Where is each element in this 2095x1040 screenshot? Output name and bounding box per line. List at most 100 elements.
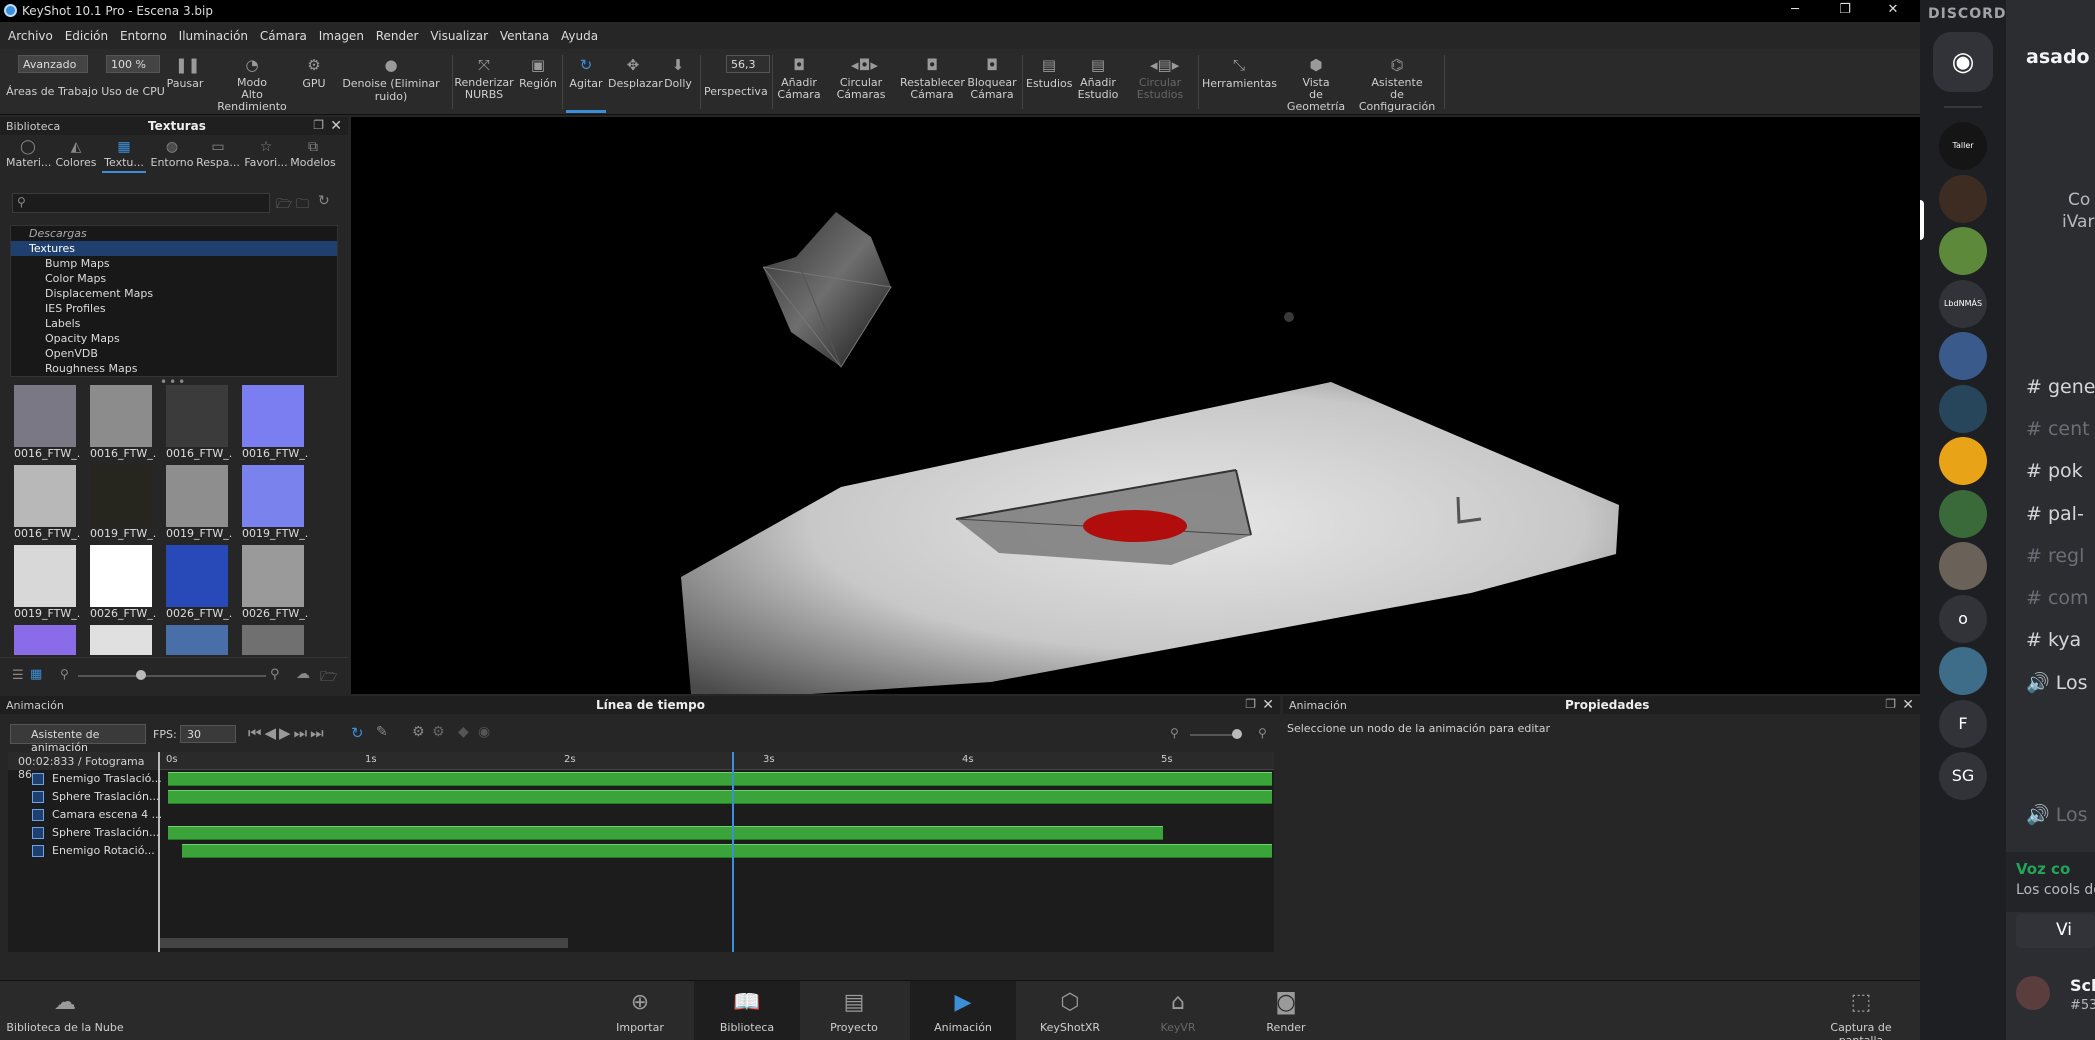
track-checkbox[interactable]	[32, 845, 44, 857]
refresh-icon[interactable]: ↻	[318, 193, 330, 209]
add-studio-button[interactable]: ▤ Añadir Estudio	[1074, 51, 1122, 113]
render-button[interactable]: ◙ Render	[1250, 981, 1322, 1040]
denoise-button[interactable]: ● Denoise (Eliminar ruido)	[332, 51, 450, 113]
user-avatar[interactable]	[2016, 976, 2050, 1010]
tree-item[interactable]: Displacement Maps	[11, 286, 337, 301]
fps-dropdown[interactable]: 30	[180, 725, 236, 743]
menu-camara[interactable]: Cámara	[260, 29, 307, 43]
geometry-view-button[interactable]: ⬢ Vista de Geometría	[1280, 51, 1352, 113]
channel-item[interactable]: 🔊 Los	[2026, 803, 2087, 826]
texture-thumbnail[interactable]: 0019_FTW_...	[238, 465, 308, 543]
tree-item[interactable]: Descargas	[11, 226, 337, 241]
server-icon[interactable]: F	[1939, 699, 1987, 748]
animation-bar[interactable]	[181, 844, 1273, 858]
menu-edicion[interactable]: Edición	[65, 29, 108, 43]
open-folder-icon[interactable]: 🗁	[276, 195, 292, 217]
track-row[interactable]: Enemigo Traslació...	[8, 770, 162, 788]
restore-panel-icon[interactable]: ❐	[1245, 697, 1256, 711]
close-panel-icon[interactable]: ✕	[1902, 697, 1914, 713]
new-folder-icon[interactable]: 🗀	[296, 195, 309, 217]
zoom-in-icon[interactable]: ⚲	[270, 667, 280, 682]
cloud-library-button[interactable]: ☁ Biblioteca de la Nube	[6, 981, 124, 1040]
server-icon[interactable]	[1939, 332, 1987, 380]
track-checkbox[interactable]	[32, 827, 44, 839]
playback-controls[interactable]: ⏮◀▶⏭⏭	[248, 724, 327, 742]
animation-wizard-button[interactable]: Asistente de animación	[10, 724, 146, 754]
animation-bar[interactable]	[168, 790, 1273, 804]
cycle-cameras-button[interactable]: ◂◘▸ Circular Cámaras	[828, 51, 894, 113]
tab-textures[interactable]: ▦ Textu...	[102, 139, 146, 173]
server-icon[interactable]: Taller Integrado MID	[1939, 122, 1987, 170]
channel-item[interactable]: # pok	[2026, 460, 2083, 482]
brush-icon[interactable]: ✎	[376, 724, 388, 740]
region-button[interactable]: ▣ Región	[516, 51, 560, 113]
pause-button[interactable]: ❚❚ Pausar	[164, 51, 206, 113]
channel-item[interactable]: # regl	[2026, 545, 2084, 567]
texture-thumbnail[interactable]: 0026_FTW_...	[238, 545, 308, 623]
texture-thumbnail[interactable]: 0016_FTW_...	[10, 385, 80, 463]
tab-materials[interactable]: ◯ Materi...	[6, 139, 51, 173]
slider-handle[interactable]	[136, 670, 146, 680]
channel-item[interactable]: # pal-	[2026, 503, 2084, 525]
render-viewport[interactable]	[351, 117, 1920, 694]
studios-button[interactable]: ▤ Estudios	[1026, 51, 1072, 113]
menu-imagen[interactable]: Imagen	[319, 29, 364, 43]
channel-item[interactable]: # cent	[2026, 418, 2090, 440]
thumbnail-size-slider[interactable]	[78, 675, 266, 677]
channel-item[interactable]: # gene	[2026, 376, 2095, 398]
tab-models[interactable]: ⧉ Modelos	[290, 139, 336, 173]
server-icon[interactable]	[1939, 437, 1987, 485]
menu-entorno[interactable]: Entorno	[120, 29, 167, 43]
tumble-button[interactable]: ↻ Agitar	[566, 51, 606, 113]
texture-thumbnail[interactable]: 0016_FTW_...	[238, 385, 308, 463]
server-icon[interactable]	[1939, 489, 1987, 538]
texture-thumbnail[interactable]	[238, 625, 308, 655]
grid-view-icon[interactable]: ▦	[30, 667, 42, 682]
animation-bar[interactable]	[168, 772, 1273, 786]
texture-thumbnail[interactable]	[86, 625, 156, 655]
server-icon[interactable]	[1939, 647, 1987, 695]
keyvr-button[interactable]: ⌂ KeyVR	[1142, 981, 1214, 1040]
texture-thumbnail[interactable]	[10, 625, 80, 655]
close-button[interactable]: ✕	[1870, 0, 1916, 22]
import-folder-icon[interactable]: 🗁	[320, 666, 337, 690]
keyframe-icon[interactable]: ◆	[458, 724, 469, 740]
channel-item[interactable]: 🔊 Los	[2026, 671, 2087, 694]
pan-button[interactable]: ✥ Desplazar	[608, 51, 663, 113]
settings-icon[interactable]: ⚙	[412, 724, 425, 740]
tab-environment[interactable]: ◍ Entorno	[150, 139, 194, 173]
tab-backplates[interactable]: ▭ Respa...	[196, 139, 240, 173]
library-search-input[interactable]: ⚲	[12, 193, 270, 213]
server-icon[interactable]	[1939, 227, 1987, 275]
menu-visualizar[interactable]: Visualizar	[430, 29, 488, 43]
render-nurbs-button[interactable]: ⤧ Renderizar NURBS	[454, 51, 514, 113]
time-ruler[interactable]: 0s 1s 2s 3s 4s 5s	[160, 752, 1274, 770]
fov-input[interactable]: 56,3	[726, 55, 770, 73]
config-wizard-button[interactable]: ⌬ Asistente de Configuración	[1354, 51, 1440, 113]
server-icon[interactable]: o	[1939, 594, 1987, 643]
workspace-dropdown[interactable]: Avanzado	[18, 55, 88, 73]
close-panel-icon[interactable]: ✕	[330, 118, 342, 134]
track-checkbox[interactable]	[32, 773, 44, 785]
timeline-zoom-in-icon[interactable]: ⚲	[1258, 726, 1267, 740]
menu-ayuda[interactable]: Ayuda	[561, 29, 598, 43]
timeline-scrollbar[interactable]	[160, 938, 568, 948]
tree-item[interactable]: OpenVDB	[11, 346, 337, 361]
timeline-zoom-handle[interactable]	[1232, 729, 1242, 739]
tree-item[interactable]: Opacity Maps	[11, 331, 337, 346]
restore-panel-icon[interactable]: ❐	[1885, 697, 1896, 711]
texture-thumbnail[interactable]: 0026_FTW_...	[162, 545, 232, 623]
settings-alt-icon[interactable]: ⚙	[432, 724, 445, 740]
server-icon[interactable]: LbdNMÁS	[1939, 279, 1987, 328]
texture-thumbnail[interactable]: 0016_FTW_...	[86, 385, 156, 463]
tools-button[interactable]: ⤡ Herramientas	[1202, 51, 1277, 113]
timeline-area[interactable]: 00:02:833 / Fotograma 86 0s 1s 2s 3s 4s 5s En…	[8, 752, 1274, 952]
menu-render[interactable]: Render	[376, 29, 419, 43]
texture-thumbnail[interactable]: 0019_FTW_...	[86, 465, 156, 543]
menu-archivo[interactable]: Archivo	[8, 29, 53, 43]
record-icon[interactable]: ◉	[478, 724, 490, 740]
close-panel-icon[interactable]: ✕	[1262, 697, 1274, 713]
texture-thumbnail[interactable]	[162, 625, 232, 655]
channel-item[interactable]: # kya	[2026, 629, 2081, 651]
zoom-out-icon[interactable]: ⚲	[60, 667, 69, 681]
